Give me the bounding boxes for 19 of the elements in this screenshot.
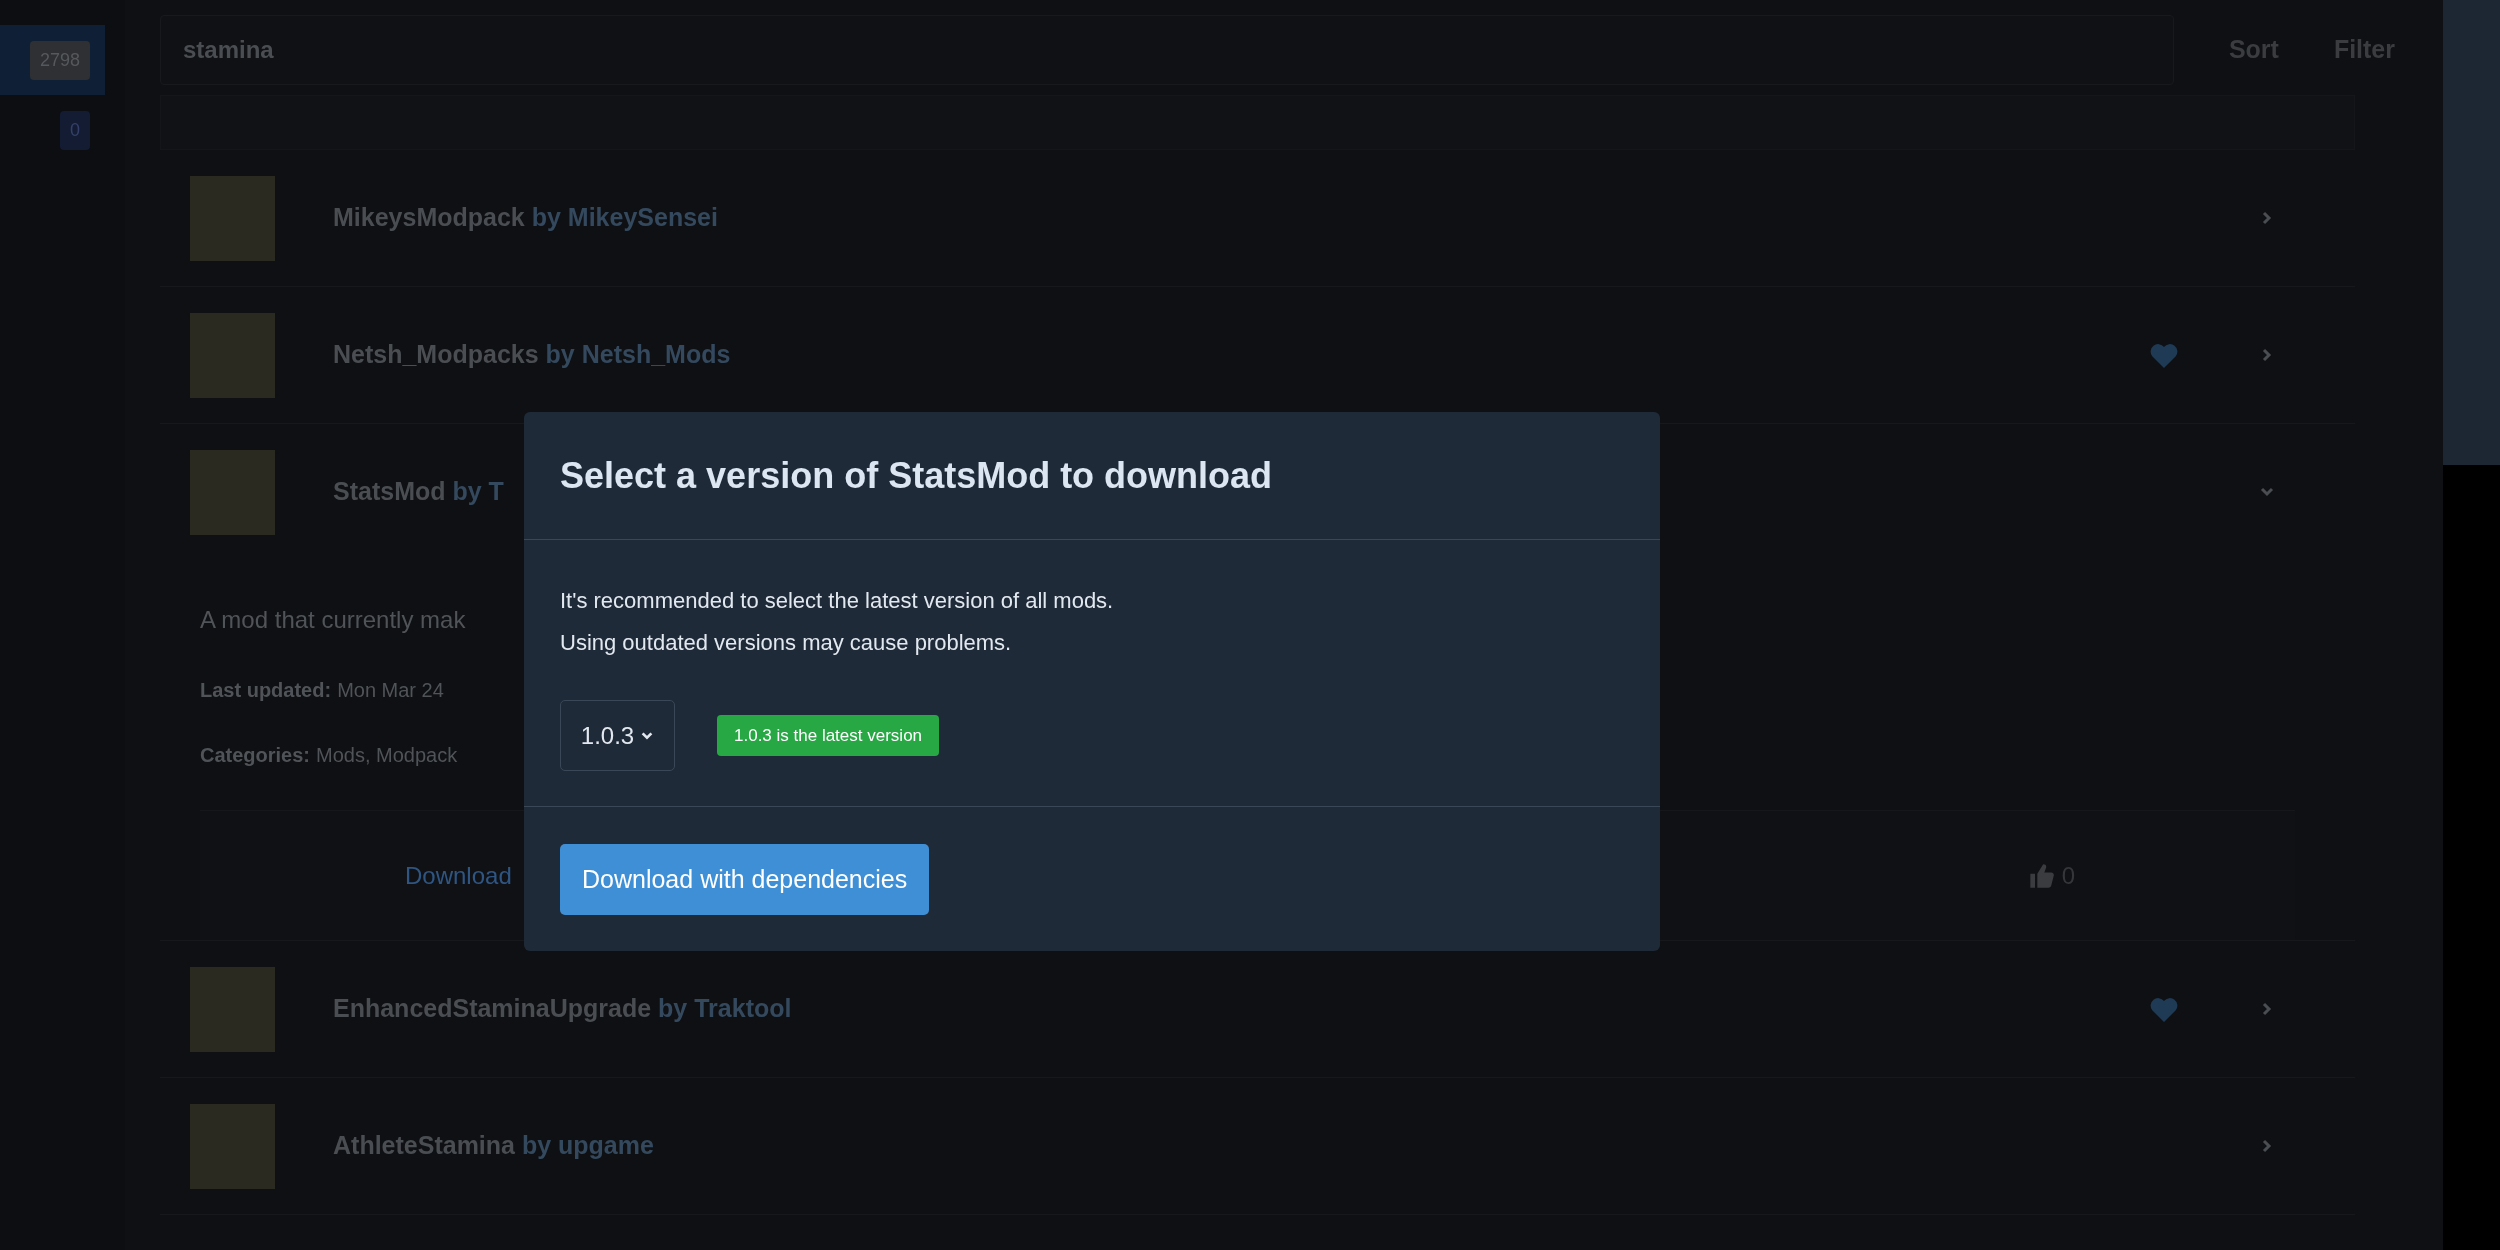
mod-title[interactable]: StatsMod by T bbox=[333, 473, 504, 511]
dialog-title: Select a version of StatsMod to download bbox=[560, 453, 1273, 498]
search-field[interactable]: stamina bbox=[160, 15, 2174, 85]
mod-title[interactable]: MikeysModpack by MikeySensei bbox=[333, 199, 718, 237]
mod-title[interactable]: AthleteStamina by upgame bbox=[333, 1127, 654, 1165]
mod-description: A mod that currently mak bbox=[200, 605, 466, 635]
scrollbar-thumb[interactable] bbox=[2443, 0, 2500, 465]
heart-icon[interactable] bbox=[2149, 996, 2179, 1022]
last-updated-text: Last updated: Mon Mar 24 bbox=[200, 678, 444, 703]
version-select[interactable]: 1.0.3 bbox=[560, 700, 675, 771]
heart-icon[interactable] bbox=[2149, 342, 2179, 368]
dialog-message: It's recommended to select the latest version of all mods. Using outdated versions may cause problems. bbox=[560, 587, 1115, 657]
categories-text: Categories: Mods, Modpack bbox=[200, 743, 458, 768]
download-link[interactable]: Download bbox=[405, 857, 512, 894]
mod-title[interactable]: EnhancedStaminaUpgrade by Traktool bbox=[333, 990, 792, 1028]
latest-version-badge: 1.0.3 is the latest version bbox=[717, 714, 940, 757]
mod-title[interactable]: Netsh_Modpacks by Netsh_Mods bbox=[333, 336, 731, 374]
thumbs-up-icon[interactable] bbox=[2027, 861, 2056, 890]
download-button[interactable]: Download with dependencies bbox=[560, 844, 930, 915]
